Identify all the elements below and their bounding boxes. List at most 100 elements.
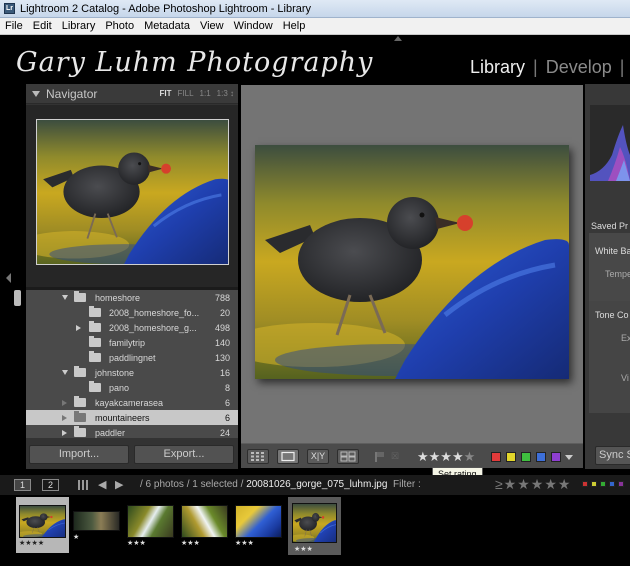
navigator-header[interactable]: Navigator FIT FILL 1:1 1:3 ↕ (26, 84, 238, 104)
grid-icon[interactable] (78, 480, 88, 490)
expand-triangle-icon[interactable] (76, 324, 81, 331)
main-window-button[interactable]: 1 (14, 479, 31, 491)
flag-pick-icon[interactable] (375, 452, 384, 462)
folder-name: kayakcamerasea (95, 397, 164, 408)
folder-name: familytrip (109, 337, 146, 348)
folder-row[interactable]: kayakcamerasea 6 (26, 395, 238, 410)
export-button[interactable]: Export... (134, 445, 234, 464)
folder-name: johnstone (95, 367, 135, 378)
filter-yellow[interactable] (591, 481, 597, 487)
filmstrip-thumbnail[interactable]: ★★★ (178, 497, 231, 553)
saved-preset-label[interactable]: Saved Pr (591, 221, 628, 231)
chevron-down-icon[interactable] (565, 455, 573, 460)
library-toolbar: X|Y ☒ ★★★★★ (241, 443, 583, 468)
folder-count: 16 (219, 367, 230, 378)
navigator-thumbnail[interactable] (36, 119, 229, 265)
collapse-top-panel-icon[interactable] (394, 36, 402, 41)
white-balance-label[interactable]: White Ba (595, 246, 630, 256)
expand-triangle-icon[interactable] (62, 295, 68, 300)
thumbnail-rating: ★★★ (294, 546, 313, 553)
menu-help[interactable]: Help (278, 20, 311, 32)
zoom-1-1[interactable]: 1:1 (200, 89, 211, 98)
menu-metadata[interactable]: Metadata (139, 20, 195, 32)
sync-settings-button[interactable]: Sync S (595, 446, 630, 465)
dipper-photo-preview (37, 120, 228, 264)
folder-row[interactable]: 2008_homeshore_g... 498 (26, 320, 238, 335)
expand-triangle-icon[interactable] (62, 429, 67, 436)
expand-triangle-icon[interactable] (32, 90, 40, 97)
survey-view-button[interactable] (337, 449, 359, 464)
thumbnail-rating: ★★★ (127, 540, 146, 547)
zoom-fit[interactable]: FIT (160, 89, 172, 98)
zoom-custom[interactable]: 1:3 ↕ (217, 89, 234, 98)
loupe-view[interactable] (241, 85, 583, 443)
right-panel: Saved Pr White Ba Tempe Tone Co Ex Vi (585, 84, 630, 469)
expand-triangle-icon[interactable] (62, 370, 68, 375)
navigator-preview[interactable] (26, 105, 238, 287)
filter-red[interactable] (582, 481, 588, 487)
menu-edit[interactable]: Edit (28, 20, 57, 32)
folder-row[interactable]: paddler 24 (26, 425, 238, 438)
color-label-yellow[interactable] (506, 452, 516, 462)
back-arrow-icon[interactable]: ◀ (98, 478, 106, 491)
rating-stars-set[interactable]: ★★★★ (417, 449, 464, 464)
tone-control-label[interactable]: Tone Co (595, 310, 629, 320)
main-photo[interactable] (255, 145, 569, 379)
rating-stars[interactable]: ★★★★★ (417, 449, 475, 465)
folder-row[interactable]: homeshore 788 (26, 290, 238, 305)
module-library[interactable]: Library (470, 57, 525, 78)
filmstrip-thumbnail[interactable]: ★★★★ (16, 497, 69, 553)
grid-view-button[interactable] (247, 449, 269, 464)
filter-blue[interactable] (609, 481, 615, 487)
expand-triangle-icon[interactable] (62, 414, 67, 421)
color-label-green[interactable] (521, 452, 531, 462)
flag-reject-icon[interactable]: ☒ (391, 451, 401, 461)
zoom-fill[interactable]: FILL (178, 89, 194, 98)
filter-purple[interactable] (618, 481, 624, 487)
color-label-blue[interactable] (536, 452, 546, 462)
menu-view[interactable]: View (195, 20, 229, 32)
expand-triangle-icon[interactable] (62, 399, 67, 406)
rating-star-unset[interactable]: ★ (464, 449, 476, 464)
folder-row-selected[interactable]: mountaineers 6 (26, 410, 238, 425)
folders-list: homeshore 788 2008_homeshore_fo... 20 20… (26, 290, 238, 438)
folder-name: 2008_homeshore_fo... (109, 307, 200, 318)
menu-photo[interactable]: Photo (100, 20, 139, 32)
collapse-left-panel-icon[interactable] (6, 273, 11, 283)
secondary-window-button[interactable]: 2 (42, 479, 59, 491)
folder-row[interactable]: johnstone 16 (26, 365, 238, 380)
selected-filename[interactable]: 20081026_gorge_075_luhm.jpg (246, 479, 387, 490)
module-develop[interactable]: Develop (546, 57, 612, 78)
filmstrip-thumbnail[interactable]: ★★★ (232, 497, 285, 553)
filter-green[interactable] (600, 481, 606, 487)
filmstrip-thumbnail[interactable]: ★ (70, 497, 123, 553)
color-label-purple[interactable] (551, 452, 561, 462)
thumbnail-rating: ★ (73, 534, 80, 541)
filmstrip: ★★★★ ★ ★★★ ★★★ ★★★ ★★★ (0, 495, 630, 566)
menu-file[interactable]: File (0, 20, 28, 32)
folder-row[interactable]: familytrip 140 (26, 335, 238, 350)
color-label-red[interactable] (491, 452, 501, 462)
loupe-view-button[interactable] (277, 449, 299, 464)
folder-row[interactable]: paddlingnet 130 (26, 350, 238, 365)
identity-plate: Gary Luhm Photography (16, 47, 374, 78)
folder-icon (89, 336, 101, 347)
filmstrip-thumbnail[interactable]: ★★★ (124, 497, 177, 553)
exposure-label: Ex (621, 333, 630, 343)
folder-row[interactable]: 2008_homeshore_fo... 20 (26, 305, 238, 320)
filmstrip-thumbnail-active[interactable]: ★★★ (288, 497, 341, 555)
import-button[interactable]: Import... (29, 445, 129, 464)
menu-window[interactable]: Window (229, 20, 278, 32)
filter-rating-stars[interactable]: ≥★★★★★ (495, 476, 571, 493)
grid-view-icon (251, 452, 264, 461)
folder-icon (89, 321, 101, 332)
thumbnail-image (292, 503, 337, 543)
histogram[interactable] (590, 105, 630, 181)
compare-view-button[interactable]: X|Y (307, 449, 329, 464)
forward-arrow-icon[interactable]: ▶ (115, 478, 123, 491)
left-panel-scrollbar[interactable] (14, 290, 21, 306)
thumbnail-rating: ★★★★ (19, 540, 45, 547)
folder-row[interactable]: pano 8 (26, 380, 238, 395)
menu-library[interactable]: Library (57, 20, 101, 32)
window-title: Lightroom 2 Catalog - Adobe Photoshop Li… (20, 2, 312, 15)
